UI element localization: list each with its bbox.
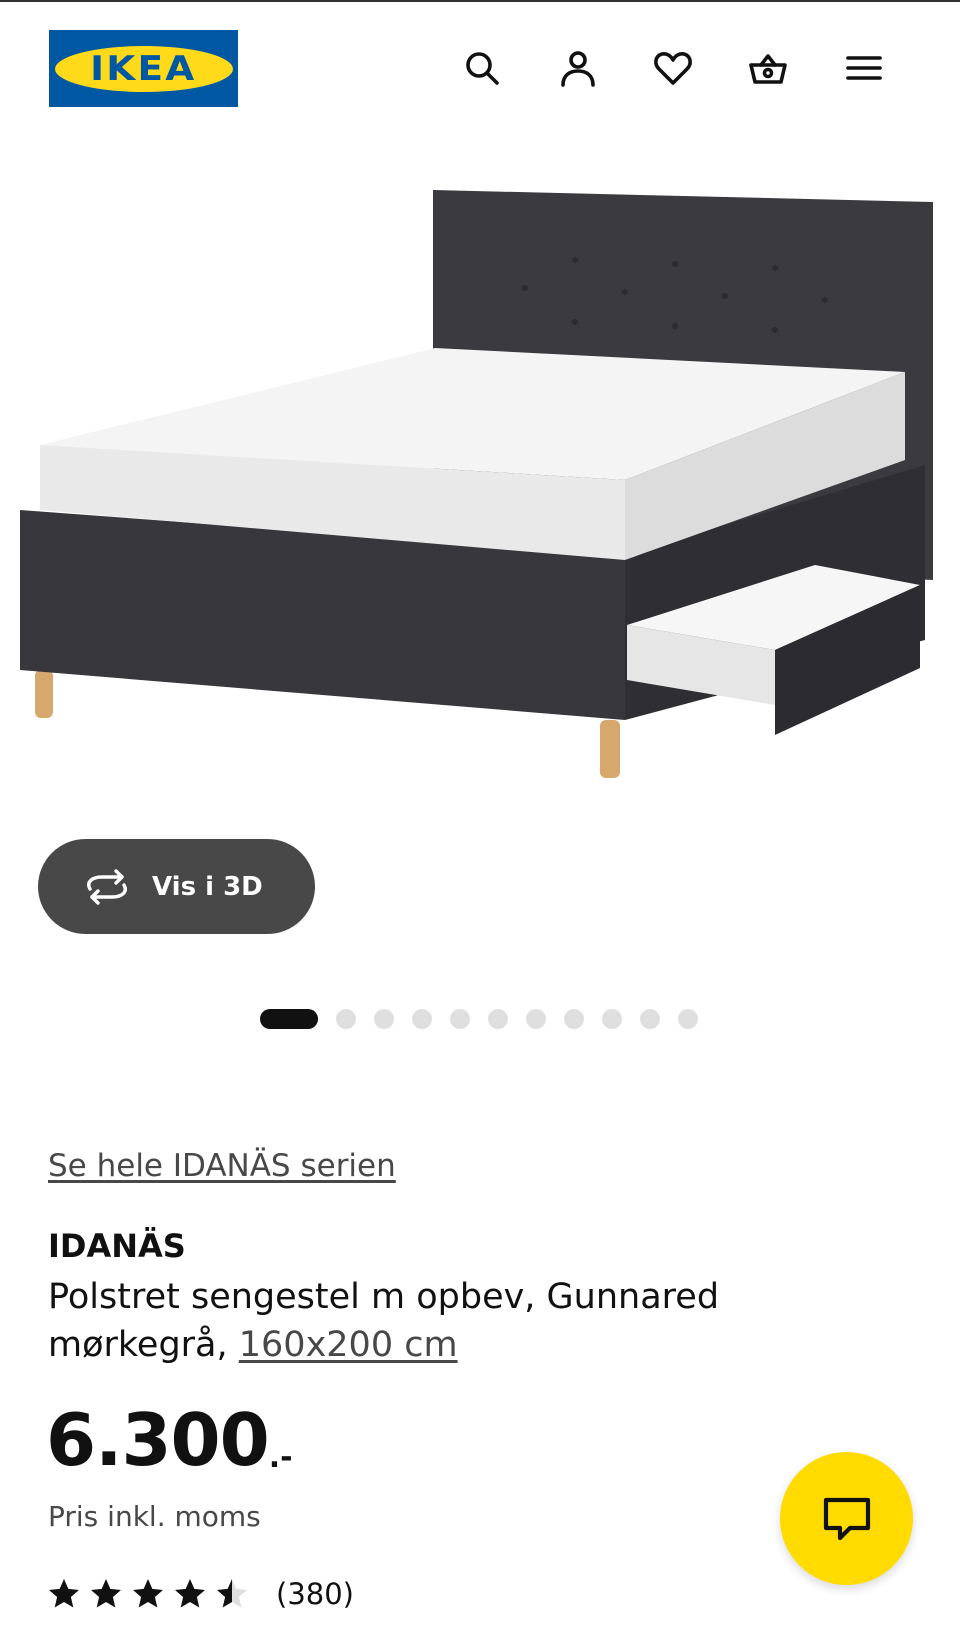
carousel-dot[interactable] bbox=[412, 1009, 432, 1029]
carousel-dot[interactable] bbox=[488, 1009, 508, 1029]
rotate-3d-icon bbox=[87, 868, 127, 905]
user-icon[interactable] bbox=[556, 46, 600, 90]
carousel-indicator bbox=[260, 1008, 698, 1030]
product-name: IDANÄS bbox=[48, 1227, 186, 1265]
site-header: IKEA bbox=[0, 0, 960, 130]
star-full-icon bbox=[91, 1579, 121, 1608]
ikea-logo[interactable]: IKEA bbox=[49, 30, 238, 107]
carousel-dot[interactable] bbox=[374, 1009, 394, 1029]
price-suffix: .- bbox=[268, 1440, 293, 1475]
carousel-dot[interactable] bbox=[336, 1009, 356, 1029]
chat-icon bbox=[823, 1497, 870, 1540]
logo-text: IKEA bbox=[90, 48, 197, 89]
series-link[interactable]: Se hele IDANÄS serien bbox=[48, 1148, 396, 1184]
review-count: (380) bbox=[276, 1577, 354, 1611]
logo-oval: IKEA bbox=[54, 45, 233, 92]
bed-leg bbox=[600, 720, 620, 778]
carousel-dot[interactable] bbox=[564, 1009, 584, 1029]
star-full-icon bbox=[49, 1579, 79, 1608]
menu-icon[interactable] bbox=[842, 46, 886, 90]
price-value: 6.300 bbox=[46, 1398, 270, 1482]
search-icon[interactable] bbox=[460, 46, 504, 90]
product-price: 6.300.- bbox=[46, 1398, 293, 1482]
carousel-dot[interactable] bbox=[678, 1009, 698, 1029]
chat-button[interactable] bbox=[780, 1452, 913, 1585]
star-full-icon bbox=[133, 1579, 163, 1608]
price-note: Pris inkl. moms bbox=[48, 1500, 261, 1533]
bed-leg bbox=[35, 670, 53, 718]
size-link[interactable]: 160x200 cm bbox=[239, 1325, 458, 1365]
product-image[interactable] bbox=[15, 180, 945, 820]
star-half-icon bbox=[217, 1579, 247, 1608]
carousel-dot[interactable] bbox=[450, 1009, 470, 1029]
carousel-dot-active[interactable] bbox=[260, 1009, 318, 1029]
carousel-dot[interactable] bbox=[602, 1009, 622, 1029]
view-3d-button[interactable]: Vis i 3D bbox=[38, 839, 315, 934]
star-full-icon bbox=[175, 1579, 205, 1608]
carousel-dot[interactable] bbox=[640, 1009, 660, 1029]
view-3d-label: Vis i 3D bbox=[152, 871, 263, 902]
rating[interactable]: (380) bbox=[46, 1576, 354, 1612]
carousel-dot[interactable] bbox=[526, 1009, 546, 1029]
basket-icon[interactable] bbox=[746, 46, 790, 90]
heart-icon[interactable] bbox=[651, 46, 695, 90]
product-description: Polstret sengestel m opbev, Gunnared mør… bbox=[48, 1273, 768, 1369]
